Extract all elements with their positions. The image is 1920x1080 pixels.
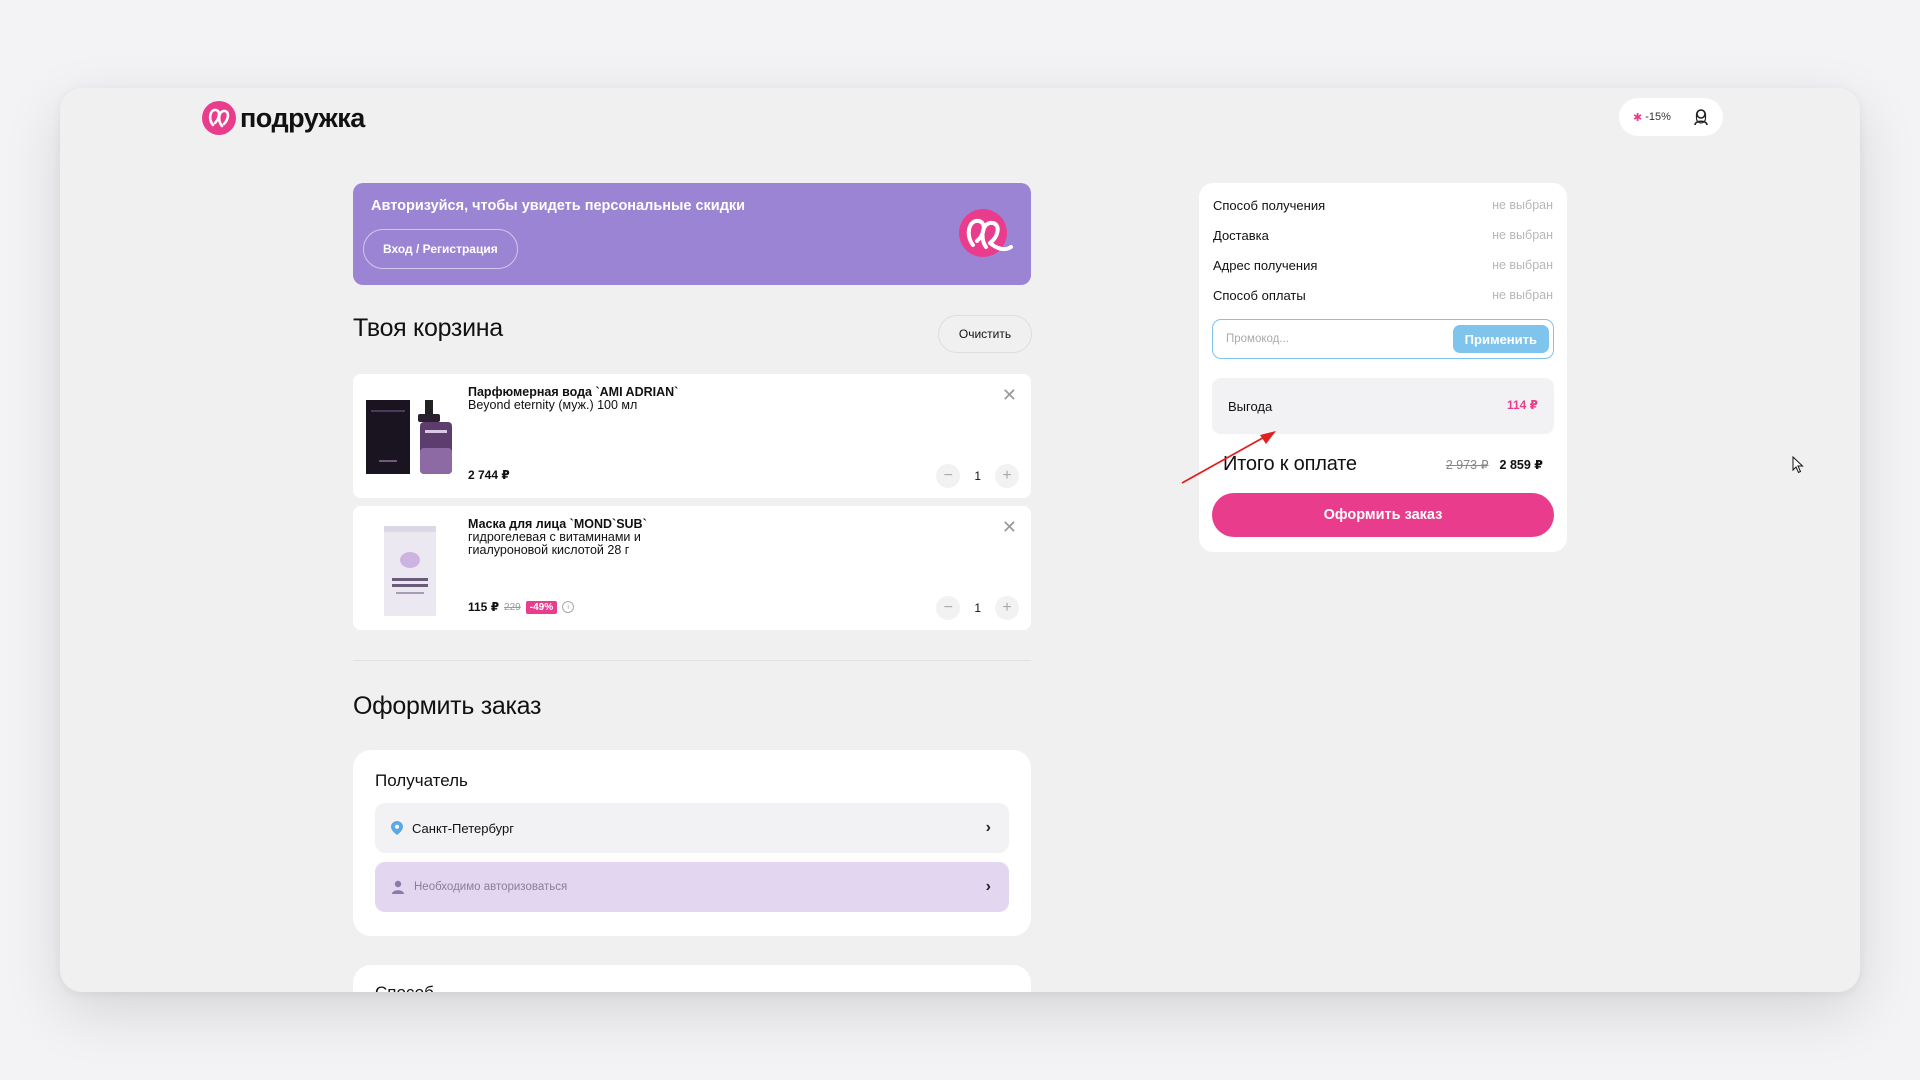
product-price: 2 744 ₽: [468, 468, 510, 482]
product-image[interactable]: [365, 520, 455, 620]
benefit-value: 114 ₽: [1506, 398, 1538, 412]
total-new-price: 2 859 ₽: [1499, 458, 1543, 472]
city-label: Санкт-Петербург: [412, 820, 514, 836]
clear-cart-button[interactable]: Очистить: [938, 315, 1032, 353]
chevron-right-icon: ›: [985, 878, 991, 895]
person-icon: [391, 880, 405, 894]
mouse-cursor-icon: [1792, 456, 1804, 474]
banner-logo-icon: [959, 209, 1013, 257]
checkout-button[interactable]: Оформить заказ: [1212, 493, 1554, 537]
benefit-label: Выгода: [1228, 399, 1273, 414]
site-logo[interactable]: подружка: [200, 99, 365, 137]
banner-text: Авторизуйся, чтобы увидеть персональные …: [371, 198, 746, 214]
product-image[interactable]: [365, 388, 455, 488]
payment-method-card: Способ: [353, 965, 1031, 992]
summary-row[interactable]: Способ оплаты не выбран: [1213, 288, 1553, 303]
remove-item-button[interactable]: ✕: [1002, 518, 1017, 536]
star-icon: ✱: [1633, 111, 1643, 124]
total-old-price: 2 973 ₽: [1445, 458, 1489, 472]
old-price: 229: [504, 601, 521, 613]
plus-icon: +: [1002, 467, 1012, 484]
product-price: 115 ₽ 229 -49% i: [468, 600, 575, 614]
login-register-button[interactable]: Вход / Регистрация: [363, 229, 518, 269]
quantity-value: 1: [974, 601, 981, 615]
cart-title: Твоя корзина: [353, 314, 503, 342]
logo-icon: [202, 101, 236, 135]
total-amount: 2 973 ₽ 2 859 ₽: [1446, 457, 1543, 472]
benefit-block: Выгода 114 ₽: [1212, 378, 1554, 434]
cart-item: Парфюмерная вода `AMI ADRIAN` Beyond ete…: [353, 374, 1031, 498]
summary-row[interactable]: Доставка не выбран: [1213, 228, 1553, 243]
cart-item: Маска для лица `MOND`SUB` гидрогелевая с…: [353, 506, 1031, 630]
apply-promo-button[interactable]: Применить: [1452, 325, 1549, 353]
chevron-right-icon: ›: [985, 819, 991, 836]
order-summary: Способ получения не выбран Доставка не выб…: [1199, 183, 1567, 552]
minus-icon: −: [943, 467, 953, 484]
auth-required-row[interactable]: Необходимо авторизоваться ›: [375, 862, 1009, 912]
location-pin-icon: [391, 821, 403, 835]
logo-text: подружка: [240, 102, 365, 133]
auth-required-label: Необходимо авторизоваться: [414, 881, 568, 893]
summary-row[interactable]: Адрес получения не выбран: [1213, 258, 1553, 273]
summary-row[interactable]: Способ получения не выбран: [1213, 198, 1553, 213]
increase-quantity-button[interactable]: +: [995, 464, 1019, 488]
increase-quantity-button[interactable]: +: [995, 596, 1019, 620]
quantity-stepper: − 1 +: [936, 464, 1019, 488]
product-name[interactable]: Маска для лица `MOND`SUB` гидрогелевая с…: [468, 518, 708, 557]
quantity-stepper: − 1 +: [936, 596, 1019, 620]
user-icon[interactable]: [1693, 108, 1709, 126]
promo-badge-label: -15%: [1645, 111, 1671, 123]
info-icon[interactable]: i: [562, 601, 575, 613]
promo-badge[interactable]: ✱ -15%: [1633, 111, 1671, 124]
header-actions: ✱ -15%: [1619, 98, 1723, 136]
city-select-row[interactable]: Санкт-Петербург ›: [375, 803, 1009, 853]
auth-banner: Авторизуйся, чтобы увидеть персональные …: [353, 183, 1031, 285]
payment-method-title: Способ: [375, 983, 434, 992]
promo-code-field: Применить: [1212, 319, 1554, 359]
product-name[interactable]: Парфюмерная вода `AMI ADRIAN` Beyond ete…: [468, 386, 708, 412]
recipient-title: Получатель: [375, 771, 468, 790]
recipient-card: Получатель Санкт-Петербург › Необходимо …: [353, 750, 1031, 936]
close-icon: ✕: [1001, 517, 1017, 537]
quantity-value: 1: [974, 469, 981, 483]
close-icon: ✕: [1001, 385, 1017, 405]
order-title: Оформить заказ: [353, 692, 542, 720]
remove-item-button[interactable]: ✕: [1002, 386, 1017, 404]
decrease-quantity-button[interactable]: −: [936, 596, 961, 620]
arrow-annotation-icon: [1181, 431, 1276, 484]
decrease-quantity-button[interactable]: −: [936, 464, 961, 488]
plus-icon: +: [1002, 599, 1012, 616]
section-divider: [353, 660, 1031, 661]
browser-window: подружка ✱ -15% Авторизуйся, чтобы увиде…: [60, 88, 1860, 992]
discount-badge: -49%: [525, 600, 558, 614]
promo-code-input[interactable]: [1224, 332, 1453, 346]
minus-icon: −: [943, 599, 953, 616]
